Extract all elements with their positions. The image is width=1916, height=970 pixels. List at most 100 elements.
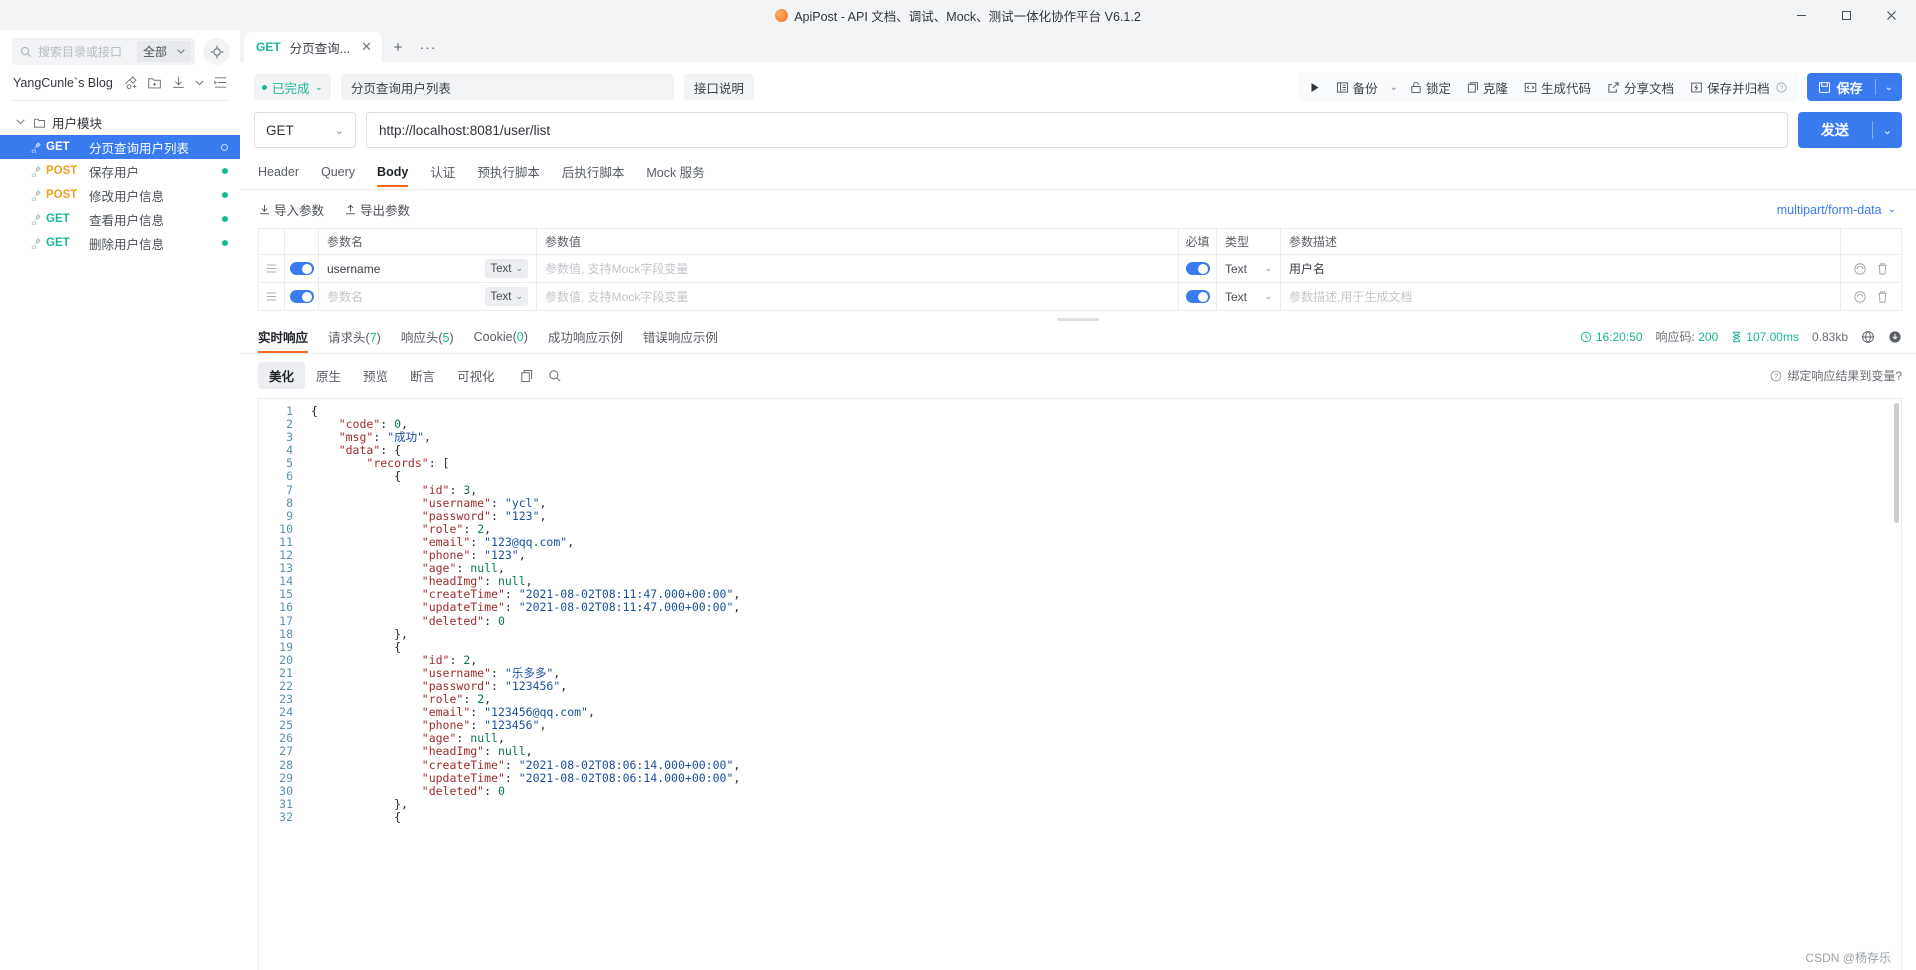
- import-params-button[interactable]: 导入参数: [258, 200, 324, 219]
- param-required-toggle[interactable]: [1179, 283, 1217, 310]
- search-input[interactable]: 搜索目录或接口 全部: [12, 38, 195, 65]
- search-response-icon[interactable]: [548, 369, 562, 383]
- param-name-input[interactable]: 参数名 Text ⌄: [319, 283, 537, 310]
- api-status-select[interactable]: 已完成 ⌄: [254, 74, 331, 100]
- param-required-toggle[interactable]: [1179, 255, 1217, 282]
- param-value-type-select[interactable]: Text ⌄: [485, 287, 528, 306]
- search-scope-select[interactable]: 全部: [136, 41, 191, 62]
- send-chevron-icon[interactable]: ⌄: [1873, 124, 1902, 137]
- sidebar-item-1[interactable]: POST 保存用户: [0, 159, 240, 183]
- response-tab-cookie[interactable]: Cookie(0): [474, 330, 528, 351]
- document-tab-active[interactable]: GET 分页查询... ✕: [244, 32, 382, 62]
- response-body-viewer[interactable]: 1 2 3 4 5 6 7 8 9 10 11 12 13 14 15 16 17 18 19 20 21 22 23 24 2…: [258, 398, 1902, 970]
- format-tab-beautify[interactable]: 美化: [258, 362, 306, 389]
- mock-icon[interactable]: [1853, 290, 1867, 304]
- chevron-down-icon[interactable]: [13, 115, 27, 129]
- sidebar-item-2[interactable]: POST 修改用户信息: [0, 183, 240, 207]
- param-type-select[interactable]: Text ⌄: [1217, 283, 1281, 310]
- response-tab-request-headers[interactable]: 请求头(7): [328, 327, 381, 353]
- maximize-button[interactable]: [1824, 0, 1869, 30]
- tab-close-icon[interactable]: ✕: [359, 39, 374, 55]
- link-icon: [30, 213, 46, 225]
- param-value-input[interactable]: 参数值, 支持Mock字段变量: [537, 283, 1179, 310]
- save-button[interactable]: 保存 ⌄: [1806, 73, 1902, 101]
- drag-handle[interactable]: [259, 255, 285, 282]
- add-api-icon[interactable]: [123, 75, 138, 90]
- format-tab-assert[interactable]: 断言: [399, 362, 446, 389]
- response-tab-realtime[interactable]: 实时响应: [258, 327, 309, 353]
- save-chevron-icon[interactable]: ⌄: [1876, 82, 1902, 93]
- generate-code-button[interactable]: 生成代码: [1516, 74, 1599, 100]
- response-tab-success-example[interactable]: 成功响应示例: [548, 327, 623, 353]
- table-row[interactable]: username Text ⌄ 参数值, 支持Mock字段变量 Text ⌄ 用…: [259, 255, 1901, 283]
- param-name-placeholder: 参数名: [327, 290, 364, 304]
- format-tab-raw[interactable]: 原生: [305, 362, 352, 389]
- tab-more-button[interactable]: ···: [414, 33, 442, 61]
- download-response-icon[interactable]: [1888, 330, 1902, 344]
- param-desc-input[interactable]: 用户名: [1281, 255, 1841, 282]
- run-button[interactable]: [1302, 74, 1328, 100]
- param-type-select[interactable]: Text ⌄: [1217, 255, 1281, 282]
- delete-row-icon[interactable]: [1876, 290, 1889, 304]
- tab-post-script[interactable]: 后执行脚本: [562, 162, 625, 189]
- clone-button[interactable]: 克隆: [1459, 74, 1516, 100]
- save-archive-button[interactable]: 保存并归档 ?: [1682, 74, 1795, 100]
- locate-button[interactable]: [203, 38, 230, 65]
- share-doc-button[interactable]: 分享文档: [1599, 74, 1682, 100]
- url-input[interactable]: http://localhost:8081/user/list: [366, 112, 1788, 148]
- response-time: 16:20:50: [1580, 330, 1643, 344]
- save-icon: [1818, 81, 1831, 94]
- code-icon: [1524, 81, 1537, 94]
- response-tab-response-headers[interactable]: 响应头(5): [401, 327, 454, 353]
- format-tab-preview[interactable]: 预览: [352, 362, 399, 389]
- backup-button[interactable]: 备份: [1328, 74, 1386, 100]
- param-name-input[interactable]: username Text ⌄: [319, 255, 537, 282]
- backup-chevron-icon[interactable]: ⌄: [1386, 82, 1402, 93]
- mock-icon[interactable]: [1853, 262, 1867, 276]
- download-icon[interactable]: [171, 75, 186, 90]
- tab-pre-script[interactable]: 预执行脚本: [477, 162, 540, 189]
- send-button[interactable]: 发送 ⌄: [1798, 112, 1902, 148]
- response-tab-error-example[interactable]: 错误响应示例: [643, 327, 718, 353]
- save-label: 保存: [1836, 80, 1863, 96]
- bind-response-hint[interactable]: ? 绑定响应结果到变量?: [1770, 367, 1902, 384]
- tab-header[interactable]: Header: [258, 165, 299, 187]
- collapse-panel-icon[interactable]: [213, 75, 228, 90]
- minimize-button[interactable]: [1779, 0, 1824, 30]
- help-icon[interactable]: ?: [1776, 82, 1787, 93]
- tree-folder-user-module[interactable]: 用户模块: [0, 109, 240, 135]
- col-header-desc: 参数描述: [1281, 229, 1841, 254]
- api-description-button[interactable]: 接口说明: [683, 74, 754, 100]
- close-button[interactable]: [1869, 0, 1914, 30]
- delete-row-icon[interactable]: [1876, 262, 1889, 276]
- drag-handle[interactable]: [259, 283, 285, 310]
- param-value-input[interactable]: 参数值, 支持Mock字段变量: [537, 255, 1179, 282]
- table-row[interactable]: 参数名 Text ⌄ 参数值, 支持Mock字段变量 Text ⌄ 参数描述,用…: [259, 283, 1901, 311]
- download-chevron-icon[interactable]: [195, 80, 204, 86]
- status-dot: [222, 192, 228, 198]
- row-enable-toggle[interactable]: [285, 283, 319, 310]
- tab-auth[interactable]: 认证: [430, 162, 455, 189]
- copy-icon[interactable]: [520, 369, 534, 383]
- panel-splitter[interactable]: [240, 311, 1916, 327]
- format-tab-visualize[interactable]: 可视化: [446, 362, 506, 389]
- tab-query[interactable]: Query: [321, 165, 355, 187]
- api-name-input[interactable]: 分页查询用户列表: [340, 74, 674, 100]
- body-type-select[interactable]: multipart/form-data ⌄: [1777, 203, 1902, 217]
- param-value-type-select[interactable]: Text ⌄: [485, 259, 528, 278]
- globe-icon[interactable]: [1861, 330, 1875, 344]
- tab-body[interactable]: Body: [377, 165, 409, 187]
- vertical-scrollbar[interactable]: [1894, 403, 1899, 523]
- chevron-down-icon: ⌄: [334, 124, 344, 137]
- sidebar-item-0[interactable]: GET 分页查询用户列表: [0, 135, 240, 159]
- row-enable-toggle[interactable]: [285, 255, 319, 282]
- tab-mock-service[interactable]: Mock 服务: [646, 162, 704, 189]
- sidebar-item-3[interactable]: GET 查看用户信息: [0, 207, 240, 231]
- lock-button[interactable]: 锁定: [1402, 74, 1459, 100]
- new-tab-button[interactable]: +: [384, 33, 412, 61]
- export-params-button[interactable]: 导出参数: [344, 200, 410, 219]
- param-desc-input[interactable]: 参数描述,用于生成文档: [1281, 283, 1841, 310]
- http-method-select[interactable]: GET ⌄: [254, 112, 356, 148]
- sidebar-item-4[interactable]: GET 删除用户信息: [0, 231, 240, 255]
- new-folder-icon[interactable]: [147, 75, 162, 90]
